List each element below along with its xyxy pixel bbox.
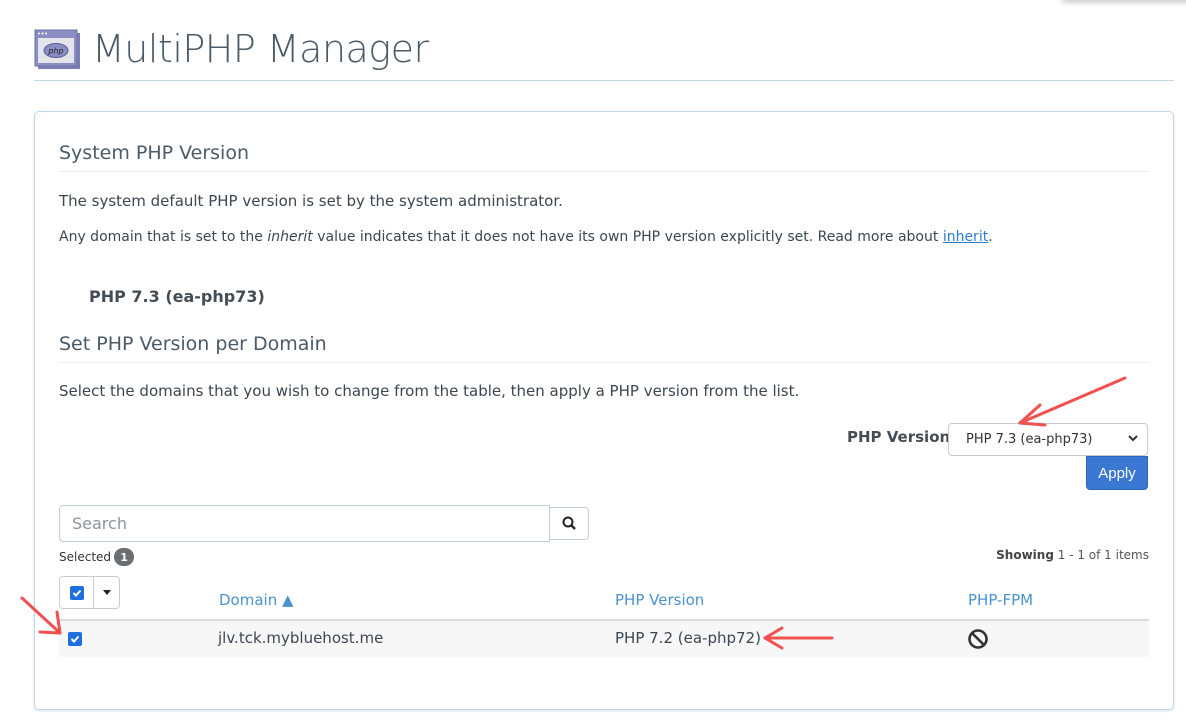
bulk-select-control — [59, 576, 120, 609]
apply-button[interactable]: Apply — [1086, 456, 1148, 490]
chevron-down-icon — [1128, 435, 1138, 442]
search-icon — [562, 516, 576, 530]
row-php-version: PHP 7.2 (ea-php72) — [615, 629, 761, 647]
column-header-php-fpm[interactable]: PHP-FPM — [968, 591, 1033, 609]
search-button[interactable] — [550, 507, 589, 540]
system-php-version-heading: System PHP Version — [59, 142, 1149, 172]
inherit-description: Any domain that is set to the inherit va… — [59, 229, 993, 245]
php-version-select[interactable]: PHP 7.3 (ea-php73) — [948, 423, 1148, 456]
svg-text:php: php — [47, 47, 63, 56]
disabled-icon — [967, 628, 989, 654]
caret-down-icon — [102, 590, 111, 595]
system-description: The system default PHP version is set by… — [59, 192, 563, 210]
selected-count-badge: 1 — [114, 548, 135, 566]
php-version-label: PHP Version — [847, 428, 951, 446]
page-title: MultiPHP Manager — [92, 27, 429, 71]
checkmark-icon — [70, 635, 80, 643]
table-header: Domain ▲ PHP Version PHP-FPM — [59, 576, 1149, 621]
table-row: jlv.tck.mybluehost.me PHP 7.2 (ea-php72) — [59, 621, 1149, 657]
php-window-icon: php — [34, 28, 82, 72]
per-domain-heading: Set PHP Version per Domain — [59, 333, 1149, 363]
checkmark-icon — [69, 585, 84, 600]
pagination-summary: Showing 1 - 1 of 1 items — [996, 548, 1149, 562]
per-domain-description: Select the domains that you wish to chan… — [59, 382, 800, 400]
search-group — [59, 505, 589, 542]
page-header: php MultiPHP Manager — [34, 24, 1174, 81]
column-header-domain[interactable]: Domain ▲ — [219, 591, 294, 609]
bulk-select-dropdown[interactable] — [94, 577, 119, 608]
system-php-version-value: PHP 7.3 (ea-php73) — [89, 287, 265, 306]
column-header-php-version[interactable]: PHP Version — [615, 591, 704, 609]
inherit-link[interactable]: inherit — [943, 229, 988, 245]
select-all-checkbox[interactable] — [60, 577, 94, 608]
selected-count: Selected 1 — [59, 548, 135, 566]
row-checkbox[interactable] — [68, 632, 82, 646]
main-panel: System PHP Version The system default PH… — [34, 111, 1174, 710]
row-domain: jlv.tck.mybluehost.me — [218, 629, 384, 647]
php-version-selected: PHP 7.3 (ea-php73) — [966, 432, 1093, 447]
search-input[interactable] — [59, 505, 550, 542]
